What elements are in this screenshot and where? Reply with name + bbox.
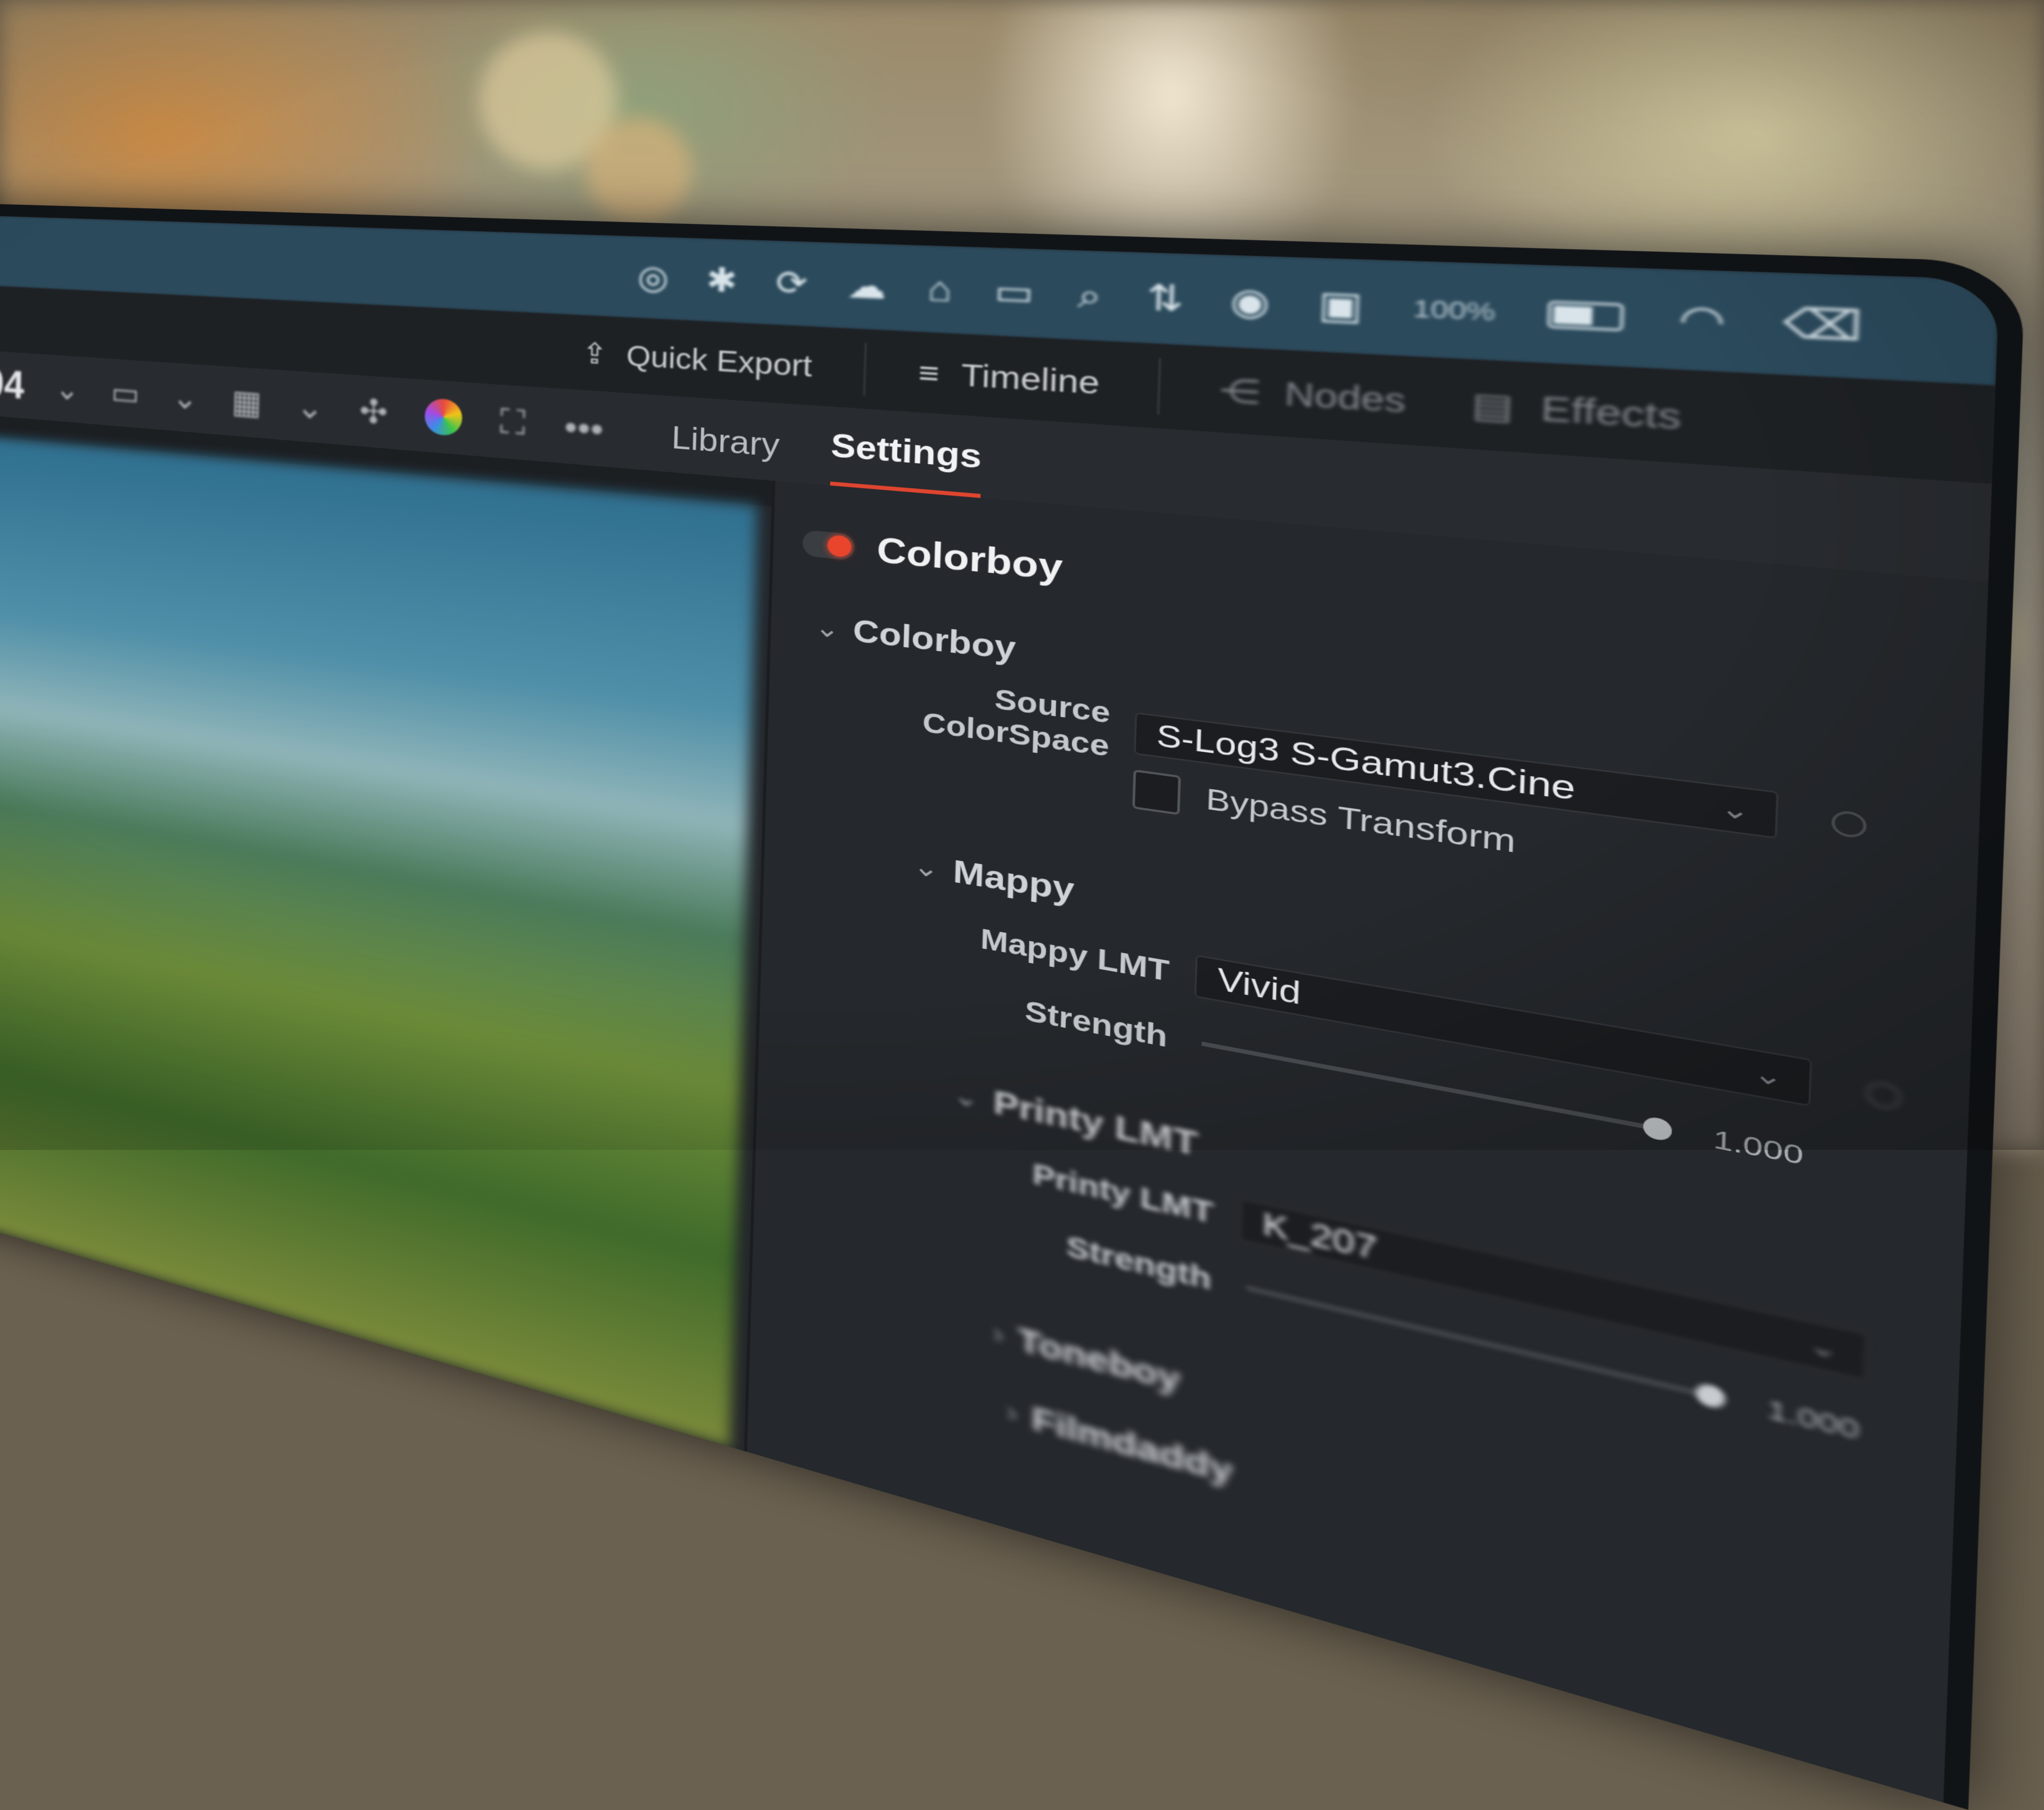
transform-icon[interactable]: ✣ (359, 391, 388, 432)
chevron-right-icon: › (992, 1318, 1004, 1351)
bypass-transform-checkbox[interactable] (1132, 769, 1181, 816)
chevron-down-icon: ⌄ (1807, 1329, 1840, 1366)
tab-library[interactable]: Library (671, 419, 780, 481)
nodes-label: Nodes (1284, 375, 1407, 420)
effects-icon: ▤ (1471, 385, 1514, 427)
color-wheel-icon[interactable] (424, 398, 463, 437)
node-enable-toggle[interactable] (802, 529, 855, 561)
timeline-label: Timeline (960, 357, 1100, 401)
chevron-down-icon[interactable]: ⌄ (55, 370, 80, 408)
search-icon[interactable]: ⌕ (1077, 274, 1102, 317)
section-title: Filmdaddy (1031, 1400, 1233, 1492)
chevron-down-icon: ⌄ (814, 612, 840, 644)
fullscreen-icon[interactable]: ⛶ (499, 401, 526, 444)
bokeh-light (586, 117, 692, 224)
section-title: Mappy (952, 853, 1075, 909)
controls-icon[interactable]: ⇅ (1146, 277, 1184, 320)
chevron-down-icon: ⌄ (1752, 1058, 1784, 1093)
mappy-lmt-value: Vivid (1217, 962, 1301, 1012)
wifi-icon[interactable]: ◠ (1678, 297, 1727, 345)
filmdaddy-section-header[interactable]: › Filmdaddy (1006, 1393, 1233, 1492)
source-colorspace-label: Source ColorSpace (922, 682, 1111, 763)
mappy-strength-value[interactable]: 1.000 (1713, 1124, 1804, 1172)
battery-percent: 100% (1412, 294, 1496, 326)
section-title: Toneboy (1017, 1321, 1181, 1400)
trash-icon[interactable]: ⌫ (1782, 300, 1864, 351)
window-icon[interactable]: ▣ (1317, 283, 1364, 328)
gallery-icon[interactable]: ▦ (231, 382, 262, 422)
printy-strength-value[interactable]: 1.000 (1767, 1394, 1860, 1446)
toolbar-divider (863, 342, 867, 396)
chevron-down-icon: ⌄ (1719, 793, 1751, 827)
video-viewer[interactable] (0, 433, 757, 1447)
laptop-screen: ◎ ✱ ⟳ ☁ ⌂ ▭ ⌕ ⇅ ◉ ▣ 100% ◠ ⌫ ⇪ Quick Exp… (0, 214, 2000, 1803)
nodes-icon: ⋲ (1219, 371, 1261, 411)
mappy-section-header[interactable]: ⌄ Mappy (913, 847, 1075, 910)
nodes-button[interactable]: ⋲ Nodes (1219, 371, 1406, 421)
slider-handle[interactable] (1695, 1381, 1726, 1410)
laptop: ◎ ✱ ⟳ ☁ ⌂ ▭ ⌕ ⇅ ◉ ▣ 100% ◠ ⌫ ⇪ Quick Exp… (0, 202, 2026, 1810)
chevron-down-icon[interactable]: ⌄ (296, 387, 325, 427)
chevron-down-icon[interactable]: ⌄ (171, 378, 199, 417)
more-icon[interactable]: ••• (564, 406, 604, 449)
creative-cloud-icon[interactable]: ☁ (847, 266, 887, 308)
chevron-right-icon: › (1006, 1396, 1018, 1429)
timeline-button[interactable]: ≡ Timeline (918, 355, 1100, 402)
printy-lmt-value: K_207 (1262, 1206, 1378, 1267)
timecode: 0:04 (0, 359, 25, 408)
clip-icon[interactable]: ▭ (111, 374, 140, 413)
chevron-down-icon: ⌄ (952, 1079, 980, 1114)
settings-panel: Colorboy ⌄ Colorboy Source ColorSpace S-… (744, 480, 1989, 1803)
node-title: Colorboy (876, 530, 1064, 588)
quick-export-button[interactable]: ⇪ Quick Export (581, 336, 813, 384)
chevron-down-icon: ⌄ (912, 850, 939, 884)
bluetooth-icon[interactable]: ✱ (706, 261, 738, 301)
reset-icon[interactable] (1831, 809, 1867, 840)
battery-icon[interactable] (1547, 300, 1624, 332)
reset-icon[interactable] (1865, 1080, 1902, 1112)
record-icon[interactable]: ◉ (1230, 280, 1271, 325)
quick-export-label: Quick Export (625, 339, 813, 383)
effects-button[interactable]: ▤ Effects (1471, 384, 1682, 438)
upload-icon: ⇪ (581, 336, 608, 371)
section-title: Colorboy (852, 613, 1017, 668)
toolbar-divider (1157, 358, 1161, 415)
effects-label: Effects (1540, 389, 1683, 437)
display-icon[interactable]: ▭ (994, 272, 1034, 314)
toneboy-section-header[interactable]: › Toneboy (993, 1315, 1181, 1400)
sync-icon[interactable]: ⟳ (775, 264, 808, 304)
app-icon[interactable]: ◎ (637, 258, 669, 298)
colorboy-section-header[interactable]: ⌄ Colorboy (814, 608, 1017, 668)
hat-icon[interactable]: ⌂ (927, 269, 953, 310)
node-header: Colorboy (802, 522, 1064, 589)
slider-handle[interactable] (1643, 1115, 1672, 1142)
timeline-icon: ≡ (918, 355, 940, 391)
